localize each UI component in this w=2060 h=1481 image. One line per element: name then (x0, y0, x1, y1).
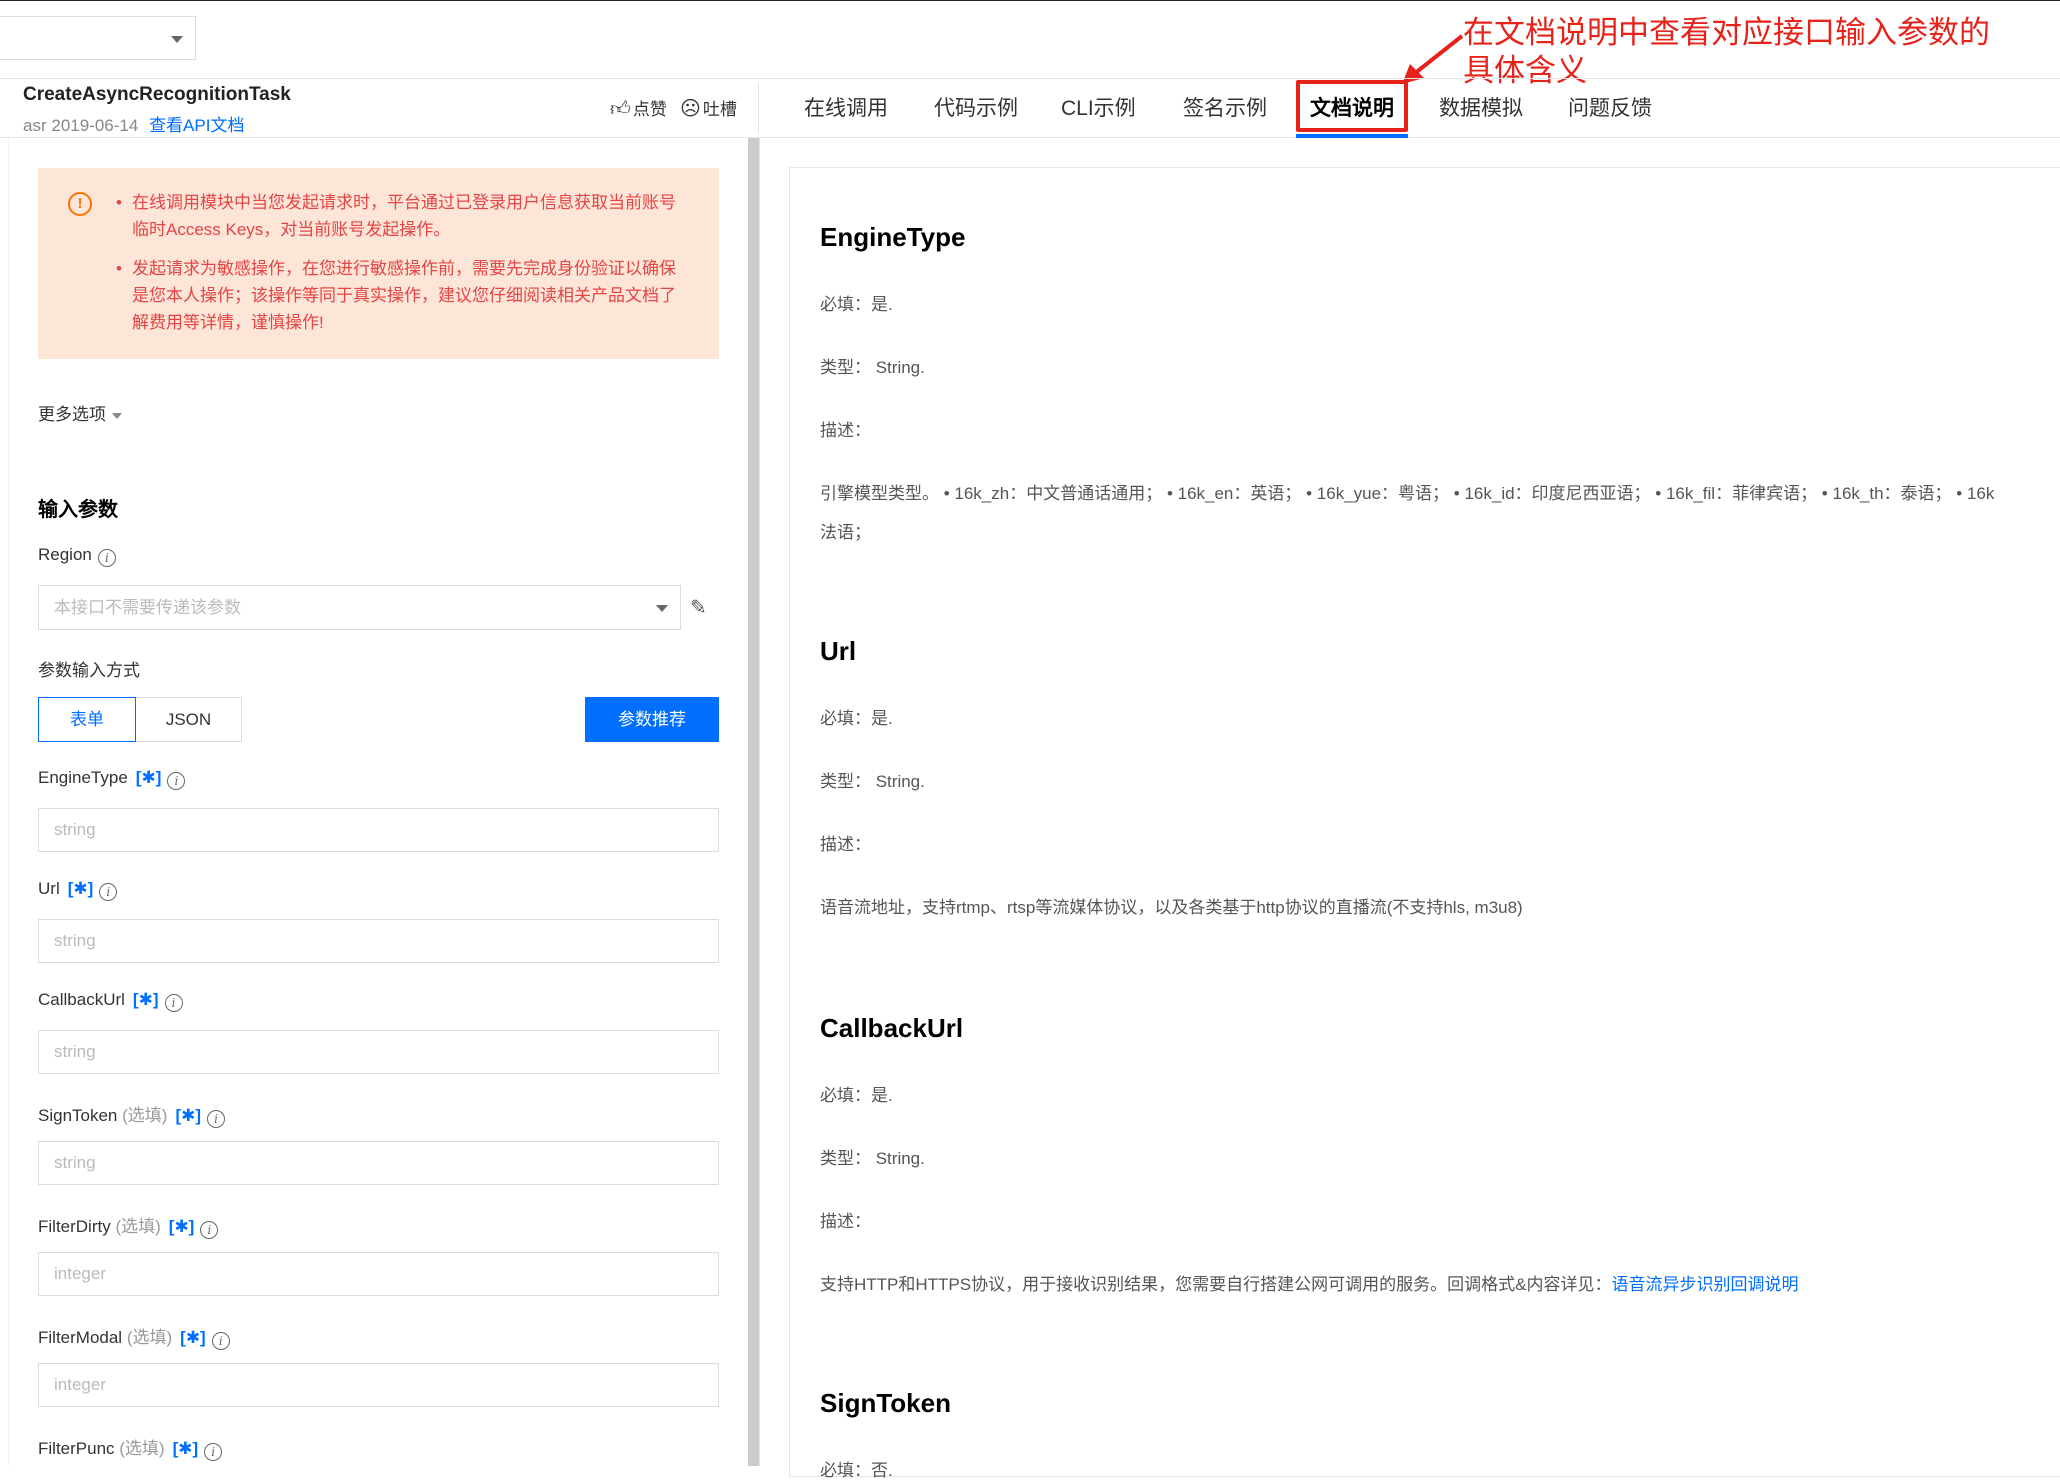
frown-face-icon: ☹ (680, 98, 701, 120)
left-panel-edge (8, 138, 9, 1466)
annotation-line-1: 在文档说明中查看对应接口输入参数的 (1463, 15, 1990, 50)
more-options-toggle[interactable]: 更多选项 (38, 400, 122, 425)
required-marker[interactable]: [✱] (169, 1217, 195, 1236)
top-border (0, 0, 2060, 1)
signtoken-input[interactable]: string (38, 1141, 719, 1185)
api-doc-link[interactable]: 查看API文档 (149, 116, 244, 135)
tab-code-example[interactable]: 代码示例 (934, 92, 1018, 122)
doc-desc-label: 描述： (820, 1212, 871, 1231)
panel-divider (759, 138, 760, 1466)
required-marker[interactable]: [✱] (68, 879, 94, 898)
doc-required: 必填：否. (820, 1461, 893, 1480)
header-divider (758, 82, 759, 134)
doc-desc: 引擎模型类型。 • 16k_zh：中文普通话通用； • 16k_en：英语； •… (820, 484, 1995, 503)
info-icon[interactable]: i (97, 549, 116, 567)
region-placeholder: 本接口不需要传递该参数 (54, 598, 241, 617)
mode-form-button[interactable]: 表单 (38, 697, 136, 742)
field-label-enginetype: EngineType [✱] i (38, 768, 186, 790)
active-tab-underline (1296, 134, 1408, 138)
doc-type: 类型： String. (820, 1149, 925, 1168)
doc-desc: 支持HTTP和HTTPS协议，用于接收识别结果，您需要自行搭建公网可调用的服务。… (820, 1275, 1799, 1294)
warning-bullet-1: • 在线调用模块中当您发起请求时，平台通过已登录用户信息获取当前账号临时Acces… (116, 193, 676, 239)
doc-heading-signtoken: SignToken (820, 1388, 951, 1418)
tab-highlight-box (1296, 80, 1408, 132)
like-button[interactable]: 👍︎ 点赞 (610, 95, 667, 121)
dislike-button[interactable]: ☹ 吐槽 (680, 95, 737, 121)
version-date: 2019-06-14 (51, 116, 139, 135)
like-label: 点赞 (632, 100, 667, 119)
more-options-label: 更多选项 (38, 405, 106, 424)
doc-required: 必填：是. (820, 295, 893, 314)
required-marker[interactable]: [✱] (136, 768, 162, 787)
region-label: Region i (38, 545, 116, 567)
info-icon[interactable]: i (200, 1221, 219, 1239)
input-params-title: 输入参数 (38, 499, 118, 521)
warning-bullet-2: • 发起请求为敏感操作，在您进行敏感操作前，需要先完成身份验证以确保是您本人操作；… (116, 259, 676, 332)
callback-doc-link[interactable]: 语音流异步识别回调说明 (1611, 1275, 1798, 1294)
filtermodal-input[interactable]: integer (38, 1363, 719, 1407)
required-marker[interactable]: [✱] (133, 990, 159, 1009)
region-select[interactable]: 本接口不需要传递该参数 (38, 585, 681, 630)
thumbs-up-icon: 👍︎ (610, 98, 631, 120)
chevron-down-icon (171, 36, 183, 43)
doc-required: 必填：是. (820, 709, 893, 728)
doc-heading-url: Url (820, 636, 857, 666)
info-icon[interactable]: i (99, 883, 118, 901)
field-label-filterpunc: FilterPunc (选填) [✱] i (38, 1434, 223, 1461)
tab-signature-example[interactable]: 签名示例 (1183, 92, 1267, 122)
left-scrollbar[interactable] (748, 138, 759, 1466)
callbackurl-input[interactable]: string (38, 1030, 719, 1074)
dislike-label: 吐槽 (702, 100, 737, 119)
filterdirty-input[interactable]: integer (38, 1252, 719, 1296)
param-mode-label: 参数输入方式 (38, 661, 140, 680)
info-icon[interactable]: i (204, 1443, 223, 1461)
product-name: asr (23, 116, 47, 135)
info-icon[interactable]: i (167, 772, 186, 790)
doc-desc: 语音流地址，支持rtmp、rtsp等流媒体协议，以及各类基于http协议的直播流… (820, 898, 1523, 917)
enginetype-input[interactable]: string (38, 808, 719, 852)
caret-down-icon (112, 412, 122, 419)
field-label-filterdirty: FilterDirty (选填) [✱] i (38, 1212, 219, 1239)
tab-cli-example[interactable]: CLI示例 (1061, 92, 1136, 122)
info-icon[interactable]: i (211, 1332, 230, 1350)
doc-heading-enginetype: EngineType (820, 222, 966, 252)
field-label-callbackurl: CallbackUrl [✱] i (38, 990, 183, 1012)
chevron-down-icon (656, 605, 668, 612)
tab-data-mock[interactable]: 数据模拟 (1439, 92, 1523, 122)
info-icon[interactable]: i (207, 1110, 226, 1128)
required-marker[interactable]: [✱] (173, 1439, 199, 1458)
tab-online-call[interactable]: 在线调用 (804, 92, 888, 122)
mode-json-button[interactable]: JSON (136, 697, 242, 742)
api-header (0, 78, 2060, 138)
tab-feedback[interactable]: 问题反馈 (1568, 92, 1652, 122)
api-meta: asr 2019-06-14 查看API文档 (23, 111, 244, 136)
top-dropdown[interactable] (0, 16, 196, 60)
doc-type: 类型： String. (820, 772, 925, 791)
doc-desc-label: 描述： (820, 421, 871, 440)
field-label-signtoken: SignToken (选填) [✱] i (38, 1101, 226, 1128)
required-marker[interactable]: [✱] (180, 1328, 206, 1347)
pencil-icon[interactable]: ✎ (690, 595, 707, 620)
api-title: CreateAsyncRecognitionTask (23, 84, 291, 105)
info-icon[interactable]: i (164, 994, 183, 1012)
warning-icon: ! (68, 192, 92, 216)
url-input[interactable]: string (38, 919, 719, 963)
required-marker[interactable]: [✱] (175, 1106, 201, 1125)
doc-required: 必填：是. (820, 1086, 893, 1105)
param-recommend-button[interactable]: 参数推荐 (585, 697, 719, 742)
field-label-url: Url [✱] i (38, 879, 118, 901)
doc-desc-label: 描述： (820, 835, 871, 854)
doc-desc-cont: 法语； (820, 523, 871, 542)
doc-heading-callbackurl: CallbackUrl (820, 1013, 964, 1043)
doc-type: 类型： String. (820, 358, 925, 377)
field-label-filtermodal: FilterModal (选填) [✱] i (38, 1323, 230, 1350)
